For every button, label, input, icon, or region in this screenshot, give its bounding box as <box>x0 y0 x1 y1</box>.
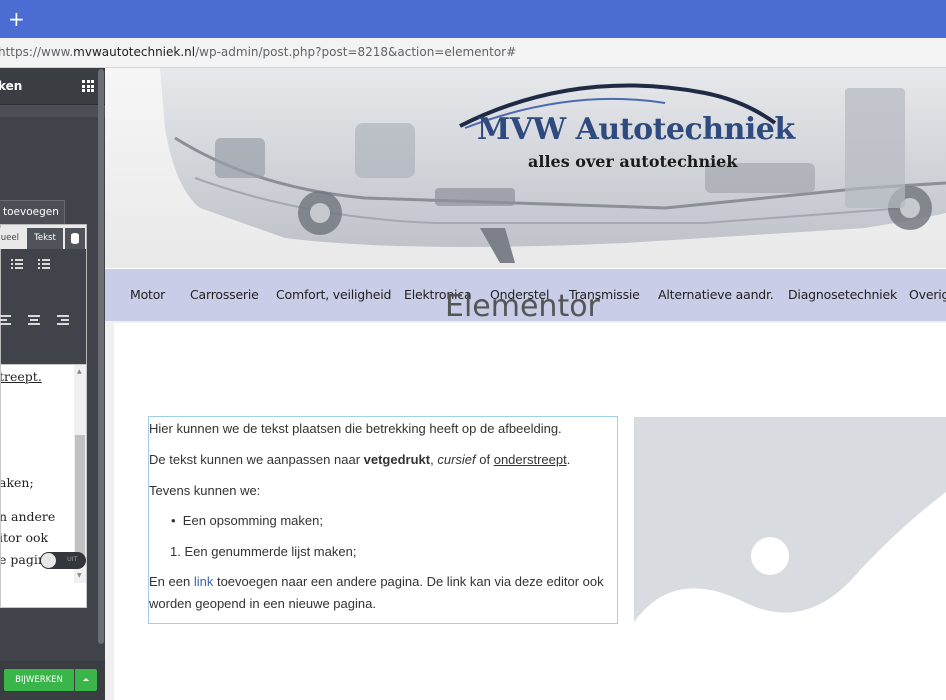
p2-end: . <box>566 452 571 467</box>
numbered-text: Een genummerde lijst maken; <box>184 544 357 559</box>
panel-footer: BIJWERKEN <box>0 661 105 700</box>
url-host: mvwautotechniek.nl <box>73 45 196 59</box>
nav-item-overig[interactable]: Overig <box>909 287 946 302</box>
toggle-knob <box>41 553 56 568</box>
paragraph-4: En een link toevoegen naar een andere pa… <box>149 574 604 589</box>
bullet-text: Een opsomming maken; <box>182 513 323 528</box>
align-center-icon[interactable] <box>28 315 40 325</box>
car-cutaway-image <box>160 68 946 263</box>
editor-line: n andere <box>0 509 56 524</box>
editor-line: itor ook <box>0 530 49 545</box>
editor-scrollbar[interactable]: ▲ ▼ <box>74 365 86 583</box>
elementor-panel: ken toevoegen ueel Tekst treept. aken; n… <box>0 68 105 700</box>
text-editor-widget[interactable]: Hier kunnen we de tekst plaatsen die bet… <box>148 416 618 624</box>
inline-link[interactable]: link <box>194 574 214 589</box>
paragraph-3: Tevens kunnen we: <box>149 483 261 498</box>
align-right-icon[interactable] <box>57 315 69 325</box>
image-placeholder-icon <box>634 417 946 700</box>
nav-item-carrosserie[interactable]: Carrosserie <box>190 287 259 302</box>
text-editor-area[interactable]: treept. aken; n andere itor ook e pagina… <box>0 364 87 608</box>
p4-text: En een <box>149 574 194 589</box>
url-path: /wp-admin/post.php?post=8218&action=elem… <box>195 45 517 59</box>
update-button[interactable]: BIJWERKEN <box>4 669 74 691</box>
editor-scroll-thumb[interactable] <box>75 435 85 565</box>
p2-text: De tekst kunnen we aanpassen naar <box>149 452 364 467</box>
nav-item-comfort[interactable]: Comfort, veiligheid <box>276 287 391 302</box>
paragraph-2: De tekst kunnen we aanpassen naar vetged… <box>149 452 570 467</box>
page-title: Elementor <box>445 289 600 324</box>
panel-scrollbar[interactable] <box>97 69 105 644</box>
bold-text: vetgedrukt <box>363 452 431 467</box>
align-left-icon[interactable] <box>0 315 11 325</box>
numbered-list-item: 1. Een genummerde lijst maken; <box>170 544 356 559</box>
bullet-icon: • <box>171 513 176 528</box>
new-tab-button[interactable]: + <box>8 8 25 30</box>
header-banner: MVW Autotechniek alles over autotechniek <box>105 68 946 268</box>
add-media-button[interactable]: toevoegen <box>0 200 65 224</box>
panel-subheader <box>0 105 105 117</box>
nav-item-motor[interactable]: Motor <box>130 287 165 302</box>
address-bar[interactable]: https://www.mvwautotechniek.nl/wp-admin/… <box>0 38 946 68</box>
bullet-list-icon[interactable] <box>11 259 23 269</box>
editor-toolbar: ueel Tekst <box>0 224 87 364</box>
editor-line: aken; <box>0 475 34 490</box>
widgets-grid-icon[interactable] <box>82 80 94 92</box>
toggle-switch[interactable]: UIT <box>40 552 86 569</box>
bullet-list-item: • Een opsomming maken; <box>171 513 323 528</box>
panel-scroll-thumb[interactable] <box>98 69 104 644</box>
browser-tab-bar: + <box>0 0 946 38</box>
url-scheme: https://www. <box>0 45 74 59</box>
scroll-down-icon[interactable]: ▼ <box>77 572 82 579</box>
chevron-up-icon[interactable] <box>75 669 97 691</box>
editor-line: treept. <box>0 369 42 384</box>
paragraph-4-line-2: worden geopend in een nieuwe pagina. <box>149 596 376 611</box>
number-marker: 1. <box>170 544 181 559</box>
numbered-list-icon[interactable] <box>38 259 50 269</box>
database-icon[interactable] <box>65 228 85 249</box>
tab-visual[interactable]: ueel <box>0 228 25 249</box>
toolbar-buttons <box>0 249 86 364</box>
underlined-text: onderstreept <box>493 452 567 467</box>
paragraph-1: Hier kunnen we de tekst plaatsen die bet… <box>149 421 562 436</box>
url-text[interactable]: https://www.mvwautotechniek.nl/wp-admin/… <box>0 45 516 59</box>
site-logo-subtitle: alles over autotechniek <box>528 152 738 171</box>
scroll-up-icon[interactable]: ▲ <box>77 368 82 375</box>
italic-text: cursief <box>437 452 476 467</box>
panel-title: ken <box>0 79 23 93</box>
image-placeholder[interactable] <box>634 417 946 700</box>
nav-item-alternatieve[interactable]: Alternatieve aandr. <box>658 287 774 302</box>
editor-tabs: ueel Tekst <box>0 225 86 249</box>
toggle-label: UIT <box>67 555 78 563</box>
site-logo-title[interactable]: MVW Autotechniek <box>477 112 795 147</box>
tab-text[interactable]: Tekst <box>27 228 63 249</box>
nav-item-diagnose[interactable]: Diagnosetechniek <box>788 287 897 302</box>
p4-rest: toevoegen naar een andere pagina. De lin… <box>213 574 604 589</box>
p2-of: of <box>475 452 494 467</box>
panel-header: ken <box>0 68 105 105</box>
